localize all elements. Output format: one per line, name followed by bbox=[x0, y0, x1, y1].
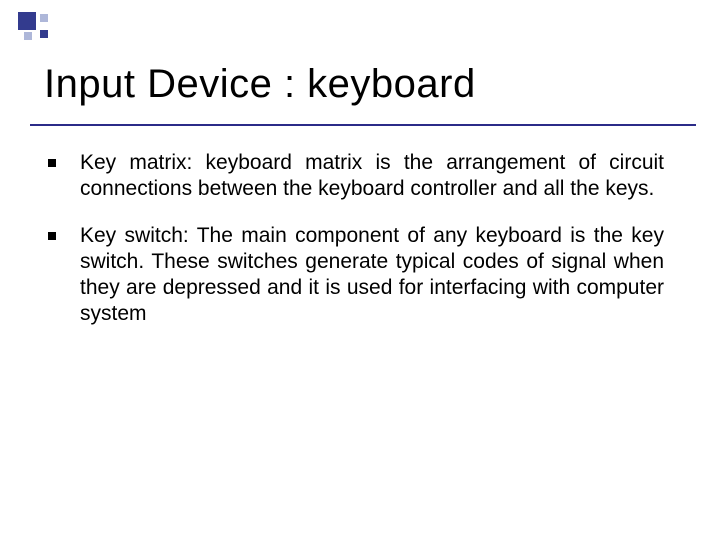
square-icon bbox=[24, 32, 32, 40]
bullet-text: Key matrix: keyboard matrix is the arran… bbox=[80, 150, 664, 203]
square-icon bbox=[18, 12, 36, 30]
page-title: Input Device : keyboard bbox=[44, 62, 476, 107]
title-underline bbox=[30, 124, 696, 126]
square-icon bbox=[40, 30, 48, 38]
bullet-icon bbox=[48, 232, 56, 240]
corner-decoration bbox=[18, 12, 62, 40]
square-icon bbox=[40, 14, 48, 22]
body-content: Key matrix: keyboard matrix is the arran… bbox=[48, 150, 664, 348]
slide: Input Device : keyboard Key matrix: keyb… bbox=[0, 0, 720, 540]
list-item: Key matrix: keyboard matrix is the arran… bbox=[48, 150, 664, 203]
bullet-icon bbox=[48, 159, 56, 167]
list-item: Key switch: The main component of any ke… bbox=[48, 223, 664, 328]
bullet-text: Key switch: The main component of any ke… bbox=[80, 223, 664, 328]
